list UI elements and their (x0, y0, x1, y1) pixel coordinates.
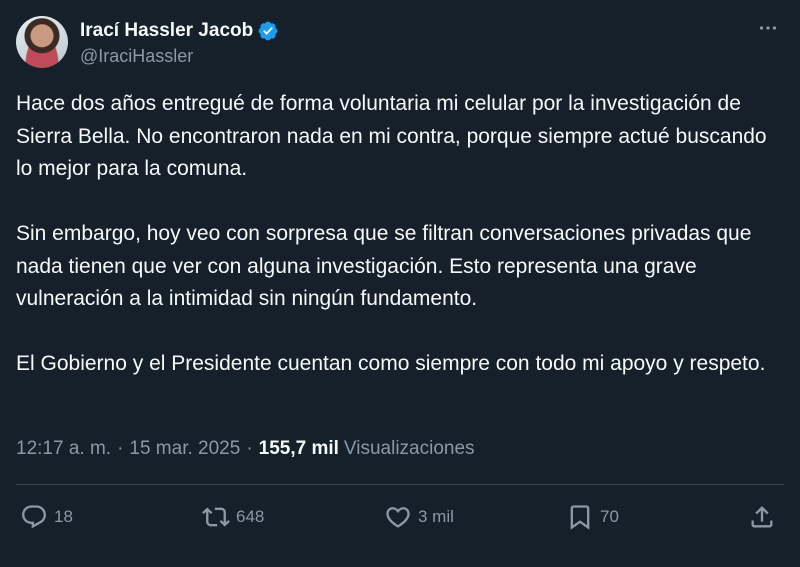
heart-icon (386, 507, 410, 528)
meta-separator-2: · (246, 438, 253, 459)
verified-badge-icon (258, 21, 278, 40)
reply-count: 18 (54, 507, 73, 526)
bookmark-button[interactable]: 70 (566, 503, 726, 531)
bookmark-icon (570, 505, 590, 530)
share-button[interactable] (748, 503, 776, 531)
like-count: 3 mil (418, 507, 454, 526)
retweet-count: 648 (236, 507, 265, 526)
more-options-icon[interactable] (756, 16, 780, 40)
tweet-paragraph-1: Hace dos años entregué de forma voluntar… (16, 92, 767, 180)
author-handle[interactable]: @IraciHassler (80, 46, 279, 67)
reply-icon (22, 505, 46, 529)
tweet-date[interactable]: 15 mar. 2025 (129, 438, 240, 460)
reply-button[interactable]: 18 (20, 503, 180, 531)
bookmark-count: 70 (600, 507, 619, 526)
action-bar: 18 648 3 mil 70 (20, 499, 776, 535)
tweet-text: Hace dos años entregué de forma voluntar… (16, 88, 786, 381)
tweet-paragraph-3: El Gobierno y el Presidente cuentan como… (16, 352, 766, 375)
divider (16, 484, 784, 485)
tweet-time[interactable]: 12:17 a. m. (16, 438, 111, 460)
author-names: Irací Hassler Jacob @IraciHassler (80, 18, 279, 67)
display-name[interactable]: Irací Hassler Jacob (80, 20, 253, 42)
meta-separator: · (117, 438, 124, 459)
like-button[interactable]: 3 mil (384, 503, 544, 531)
avatar[interactable] (16, 16, 68, 68)
tweet-card: Irací Hassler Jacob @IraciHassler Hace d… (0, 0, 800, 567)
retweet-icon (202, 507, 230, 527)
display-name-row: Irací Hassler Jacob (80, 18, 279, 44)
more-dots-icon (759, 26, 777, 30)
views-label[interactable]: Visualizaciones (344, 438, 475, 460)
tweet-header: Irací Hassler Jacob @IraciHassler (16, 14, 279, 70)
views-count: 155,7 mil (258, 438, 339, 459)
tweet-meta: 12:17 a. m. · 15 mar. 2025 · 155,7 mil V… (16, 436, 475, 462)
tweet-paragraph-2: Sin embargo, hoy veo con sorpresa que se… (16, 222, 752, 310)
retweet-button[interactable]: 648 (202, 503, 362, 531)
share-icon (751, 506, 773, 528)
